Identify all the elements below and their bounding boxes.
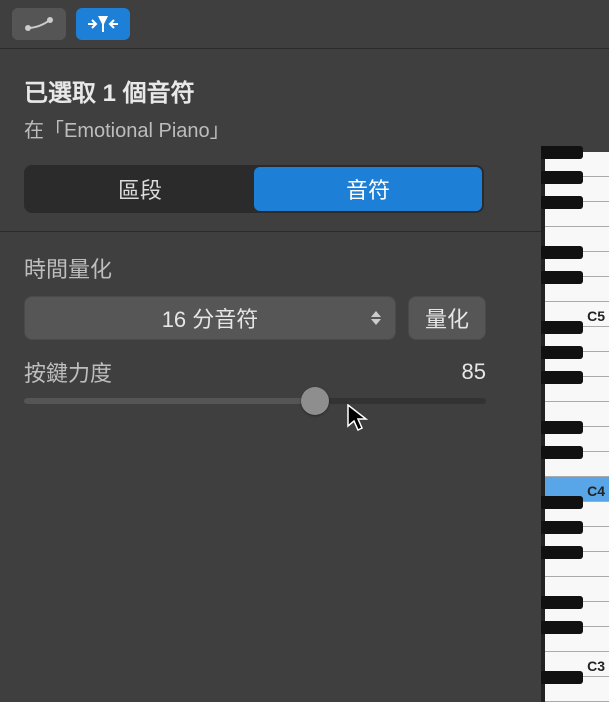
key-label-c3: C3 <box>587 658 605 674</box>
velocity-value: 85 <box>462 359 486 385</box>
piano-ruler[interactable]: C5 C4 C3 <box>541 152 609 702</box>
quantize-select[interactable]: 16 分音符 <box>24 296 396 340</box>
black-key[interactable] <box>541 671 583 684</box>
black-key[interactable] <box>541 321 583 334</box>
velocity-slider[interactable] <box>24 398 486 404</box>
black-key[interactable] <box>541 346 583 359</box>
black-key[interactable] <box>541 171 583 184</box>
automation-tool-button[interactable] <box>12 8 66 40</box>
quantize-value: 16 分音符 <box>162 302 259 334</box>
selection-subtitle: 在「Emotional Piano」 <box>24 114 585 143</box>
key-g3[interactable] <box>545 552 609 577</box>
black-key[interactable] <box>541 546 583 559</box>
key-d4[interactable] <box>545 452 609 477</box>
velocity-label: 按鍵力度 <box>24 356 112 388</box>
black-key[interactable] <box>541 446 583 459</box>
slider-fill <box>24 398 315 404</box>
time-quantize-label: 時間量化 <box>24 252 486 284</box>
selection-title: 已選取 1 個音符 <box>24 73 585 108</box>
tab-region[interactable]: 區段 <box>26 167 254 211</box>
key-d3[interactable] <box>545 627 609 652</box>
top-toolbar <box>0 0 609 49</box>
key-g4[interactable] <box>545 377 609 402</box>
key-label-c5: C5 <box>587 308 605 324</box>
key-b2[interactable] <box>545 677 609 702</box>
black-key[interactable] <box>541 146 583 159</box>
black-key[interactable] <box>541 271 583 284</box>
segmented-control: 區段 音符 <box>24 165 484 213</box>
key-d5[interactable] <box>545 277 609 302</box>
note-filter-tool-button[interactable] <box>76 8 130 40</box>
black-key[interactable] <box>541 246 583 259</box>
chevron-up-down-icon <box>371 311 381 325</box>
black-key[interactable] <box>541 371 583 384</box>
tab-note[interactable]: 音符 <box>254 167 482 211</box>
black-key[interactable] <box>541 521 583 534</box>
black-key[interactable] <box>541 596 583 609</box>
black-key[interactable] <box>541 196 583 209</box>
black-key[interactable] <box>541 496 583 509</box>
note-section: 時間量化 16 分音符 量化 按鍵力度 85 <box>0 232 510 424</box>
key-g5[interactable] <box>545 202 609 227</box>
quantize-button[interactable]: 量化 <box>408 296 486 340</box>
slider-thumb[interactable] <box>301 387 329 415</box>
key-label-c4: C4 <box>587 483 605 499</box>
automation-curve-icon <box>24 16 54 32</box>
filter-icon <box>86 14 120 34</box>
header: 已選取 1 個音符 在「Emotional Piano」 <box>0 49 609 161</box>
black-key[interactable] <box>541 421 583 434</box>
black-key[interactable] <box>541 621 583 634</box>
